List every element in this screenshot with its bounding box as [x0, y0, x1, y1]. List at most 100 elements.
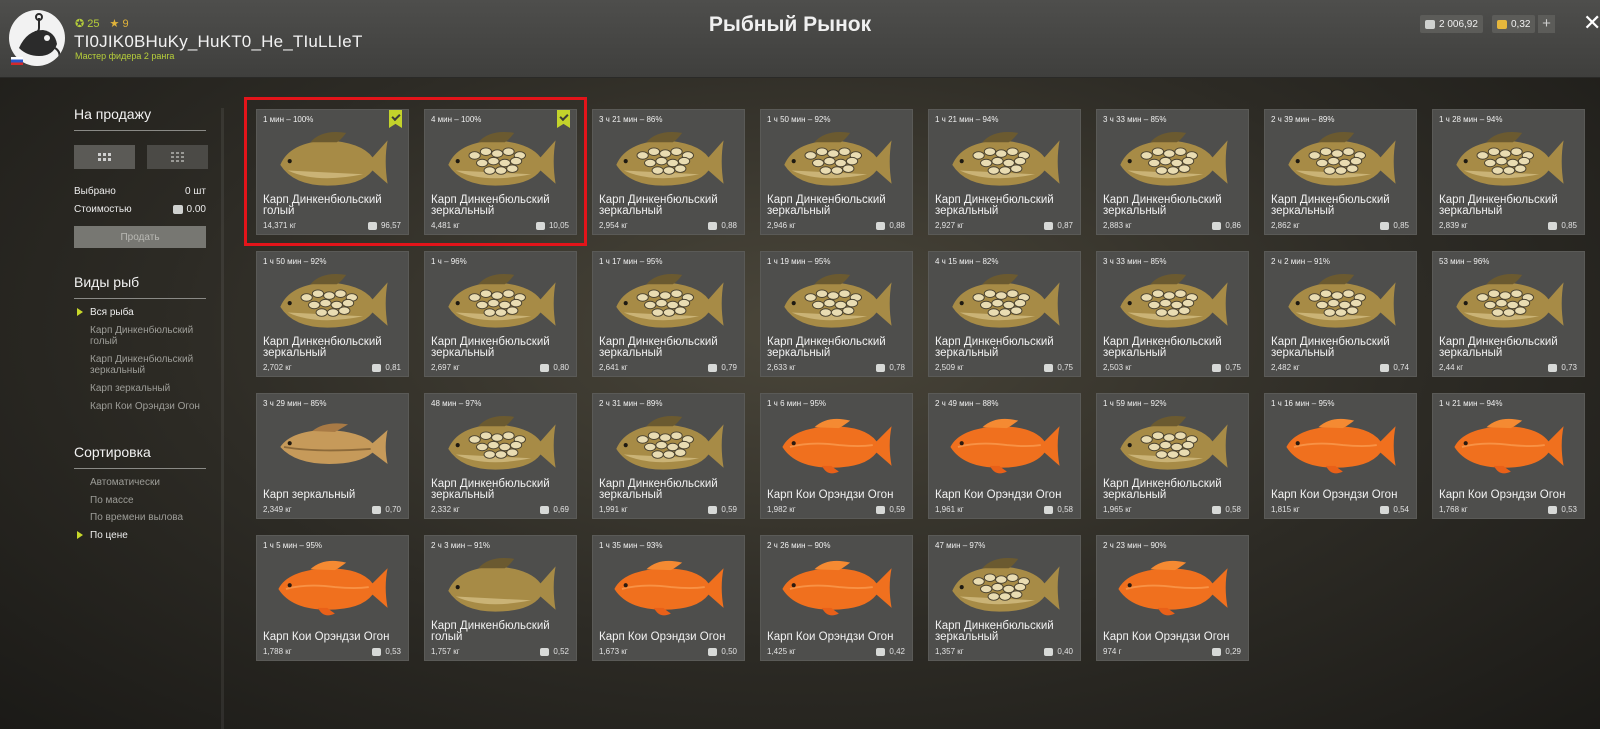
large-grid-view-button[interactable] — [74, 145, 135, 169]
fish-card[interactable]: 1 ч 28 мин – 94% Карп Динкенбюльский зерк… — [1432, 109, 1585, 235]
catch-time-freshness: 3 ч 33 мин – 85% — [1103, 115, 1167, 124]
small-grid-icon — [171, 152, 184, 162]
fish-card[interactable]: 48 мин – 97% Карп Динкенбюльский зеркальн… — [424, 393, 577, 519]
close-icon[interactable]: ✕ — [1583, 12, 1600, 34]
fish-name: Карп Динкенбюльский зеркальный — [935, 336, 1054, 359]
fish-name: Карп Кои Орэндзи Огон — [263, 631, 390, 643]
fish-card[interactable]: 1 ч 21 мин – 94% Карп Кои Орэндзи Огон 1,7… — [1432, 393, 1585, 519]
fish-price-value: 0,29 — [1225, 647, 1241, 656]
fish-card[interactable]: 1 ч 50 мин – 92% Карп Динкенбюльский зерк… — [760, 109, 913, 235]
fish-price-value: 0,78 — [889, 363, 905, 372]
carp-fish-icon — [784, 274, 892, 328]
fish-type-filter-item[interactable]: Карп Кои Орэндзи Огон — [74, 401, 206, 412]
sort-option-item[interactable]: Автоматически — [74, 477, 206, 495]
fish-type-filter-item[interactable]: Вся рыба — [74, 307, 206, 318]
fish-price: 0,85 — [1380, 221, 1409, 230]
fish-name: Карп Динкенбюльский зеркальный — [1439, 336, 1558, 359]
sort-option-item[interactable]: По цене — [74, 530, 206, 548]
fish-card[interactable]: 1 мин – 100% Карп Динкенбюльский голый 14,… — [256, 109, 409, 235]
fish-card[interactable]: 3 ч 33 мин – 85% Карп Динкенбюльский зерк… — [1096, 109, 1249, 235]
carp-fish-icon — [1288, 132, 1396, 186]
fish-weight: 1,982 кг — [767, 505, 796, 514]
catch-time-freshness: 1 ч 17 мин – 95% — [599, 257, 663, 266]
silver-coin-icon — [1044, 505, 1054, 514]
fish-card[interactable]: 3 ч 21 мин – 86% Карп Динкенбюльский зерк… — [592, 109, 745, 235]
fish-card[interactable]: 47 мин – 97% Карп Динкенбюльский зеркальн… — [928, 535, 1081, 661]
fish-card[interactable]: 1 ч 16 мин – 95% Карп Кои Орэндзи Огон 1,8… — [1264, 393, 1417, 519]
fish-price: 0,42 — [876, 647, 905, 656]
fish-card[interactable]: 3 ч 33 мин – 85% Карп Динкенбюльский зерк… — [1096, 251, 1249, 377]
fish-type-filter-item[interactable]: Карп Динкенбюльский голый — [74, 325, 206, 347]
fish-weight: 1,961 кг — [935, 505, 964, 514]
fish-weight: 14,371 кг — [263, 221, 297, 230]
fish-card[interactable]: 2 ч 49 мин – 88% Карп Кои Орэндзи Огон 1,9… — [928, 393, 1081, 519]
fish-card[interactable]: 2 ч 31 мин – 89% Карп Динкенбюльский зерк… — [592, 393, 745, 519]
silver-coin-icon — [708, 363, 718, 372]
fish-weight: 2,927 кг — [935, 221, 964, 230]
top-bar: ✪ 25 ★ 9 TI0JIK0BHuKy_HuKT0_He_TIuLLIeT … — [0, 0, 1600, 78]
sell-button[interactable]: Продать — [74, 226, 206, 248]
fish-card[interactable]: 53 мин – 96% Карп Динкенбюльский зеркальн… — [1432, 251, 1585, 377]
fish-card[interactable]: 1 ч 5 мин – 95% Карп Кои Орэндзи Огон 1,78… — [256, 535, 409, 661]
carp-fish-icon — [1456, 274, 1564, 328]
sort-options-list: Автоматически По массе По времени вылова По… — [74, 477, 206, 547]
fish-weight: 1,965 кг — [1103, 505, 1132, 514]
small-grid-view-button[interactable] — [147, 145, 208, 169]
fish-price-value: 0,52 — [553, 647, 569, 656]
catch-time-freshness: 1 ч 28 мин – 94% — [1439, 115, 1503, 124]
fish-card[interactable]: 2 ч 39 мин – 89% Карп Динкенбюльский зерк… — [1264, 109, 1417, 235]
silver-coin-icon — [1548, 505, 1558, 514]
fish-card[interactable]: 1 ч 50 мин – 92% Карп Динкенбюльский зерк… — [256, 251, 409, 377]
fish-card[interactable]: 2 ч 26 мин – 90% Карп Кои Орэндзи Огон 1,4… — [760, 535, 913, 661]
catch-time-freshness: 2 ч 23 мин – 90% — [1103, 541, 1167, 550]
fish-price-value: 0,58 — [1057, 505, 1073, 514]
fish-type-filter-item[interactable]: Карп зеркальный — [74, 383, 206, 394]
fish-price-value: 0,88 — [721, 221, 737, 230]
sort-option-item[interactable]: По времени вылова — [74, 512, 206, 530]
fish-card[interactable]: 2 ч 23 мин – 90% Карп Кои Орэндзи Огон 974… — [1096, 535, 1249, 661]
sort-option-item[interactable]: По массе — [74, 495, 206, 513]
fish-price-value: 0,42 — [889, 647, 905, 656]
fish-card[interactable]: 1 ч 19 мин – 95% Карп Динкенбюльский зерк… — [760, 251, 913, 377]
fish-card[interactable]: 1 ч 21 мин – 94% Карп Динкенбюльский зерк… — [928, 109, 1081, 235]
fish-price: 0,73 — [1548, 363, 1577, 372]
fish-card[interactable]: 1 ч 35 мин – 93% Карп Кои Орэндзи Огон 1,6… — [592, 535, 745, 661]
silver-coin-icon — [372, 505, 382, 514]
fish-price: 0,59 — [876, 505, 905, 514]
silver-coin-icon — [708, 505, 718, 514]
fish-name: Карп Кои Орэндзи Огон — [767, 489, 894, 501]
fish-name: Карп Кои Орэндзи Огон — [767, 631, 894, 643]
catch-time-freshness: 53 мин – 96% — [1439, 257, 1490, 266]
catch-time-freshness: 47 мин – 97% — [935, 541, 986, 550]
fish-weight: 1,757 кг — [431, 647, 460, 656]
fish-card[interactable]: 3 ч 29 мин – 85% Карп зеркальный 2,349 кг 0… — [256, 393, 409, 519]
fish-card[interactable]: 1 ч 59 мин – 92% Карп Динкенбюльский зерк… — [1096, 393, 1249, 519]
carp-fish-icon — [448, 132, 556, 186]
fish-types-title: Виды рыб — [74, 274, 206, 299]
fish-type-filter-item[interactable]: Карп Динкенбюльский зеркальный — [74, 354, 206, 376]
fish-name: Карп Динкенбюльский зеркальный — [1439, 194, 1558, 217]
gold-coin-icon — [1497, 19, 1507, 29]
fish-card[interactable]: 4 мин – 100% Карп Динкенбюльский зеркальн… — [424, 109, 577, 235]
fish-price-value: 0,75 — [1225, 363, 1241, 372]
catch-time-freshness: 1 ч 50 мин – 92% — [263, 257, 327, 266]
fish-weight: 2,633 кг — [767, 363, 796, 372]
silver-coin-icon — [540, 505, 550, 514]
fish-name: Карп Динкенбюльский зеркальный — [599, 478, 718, 501]
catch-time-freshness: 4 мин – 100% — [431, 115, 482, 124]
silver-coin-icon — [1212, 363, 1222, 372]
fish-weight: 2,509 кг — [935, 363, 964, 372]
fish-name: Карп Динкенбюльский голый — [263, 194, 382, 217]
add-gold-button[interactable]: + — [1538, 15, 1555, 33]
carp-fish-icon — [280, 132, 388, 186]
fish-card[interactable]: 4 ч 15 мин – 82% Карп Динкенбюльский зерк… — [928, 251, 1081, 377]
fish-card[interactable]: 1 ч 6 мин – 95% Карп Кои Орэндзи Огон 1,98… — [760, 393, 913, 519]
fish-card[interactable]: 1 ч – 96% Карп Динкенбюльский зеркальный 2… — [424, 251, 577, 377]
fish-card[interactable]: 1 ч 17 мин – 95% Карп Динкенбюльский зерк… — [592, 251, 745, 377]
catch-time-freshness: 1 ч – 96% — [431, 257, 467, 266]
fish-weight: 2,641 кг — [599, 363, 628, 372]
catch-time-freshness: 3 ч 33 мин – 85% — [1103, 257, 1167, 266]
fish-card[interactable]: 2 ч 3 мин – 91% Карп Динкенбюльский голый… — [424, 535, 577, 661]
fish-card[interactable]: 2 ч 2 мин – 91% Карп Динкенбюльский зерка… — [1264, 251, 1417, 377]
carp-fish-icon — [448, 274, 556, 328]
